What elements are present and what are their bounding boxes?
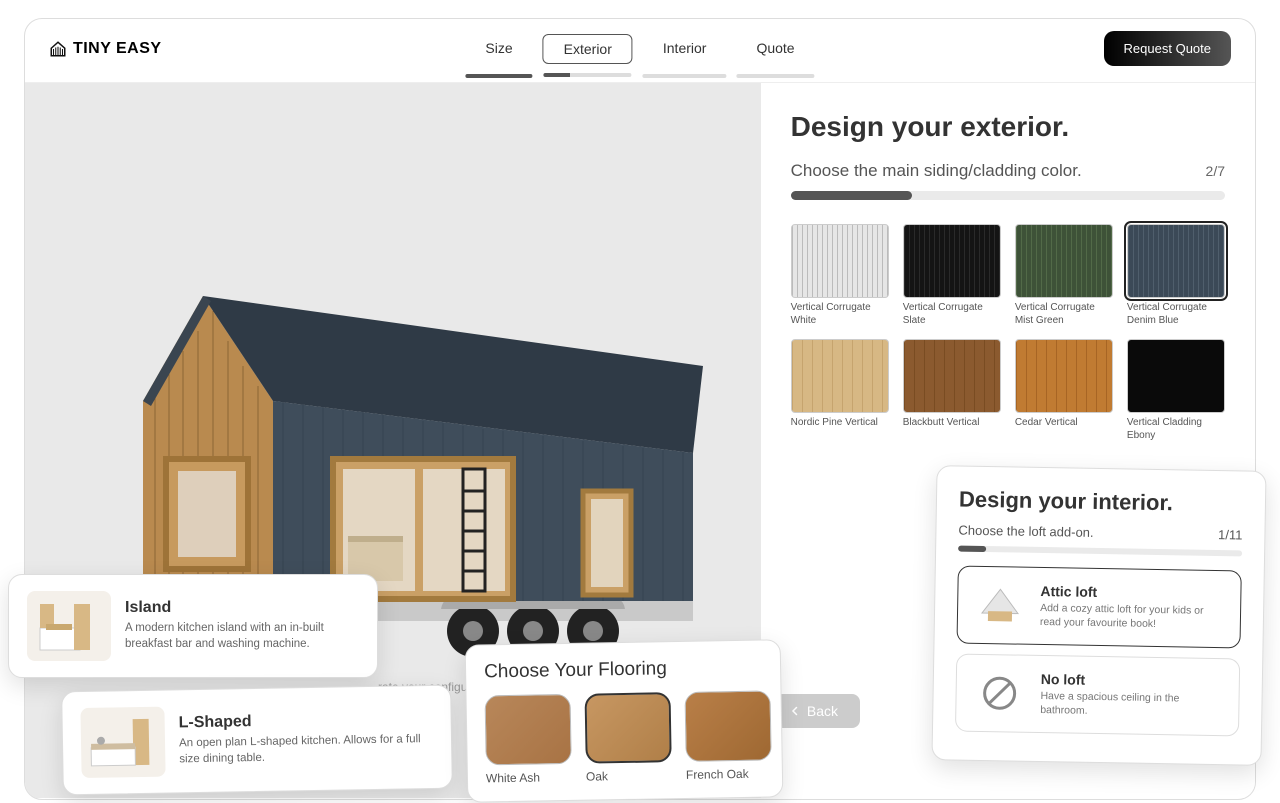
swatch-corrugate-white[interactable]: Vertical Corrugate White <box>791 224 889 327</box>
interior-subtitle: Choose the loft add-on. <box>958 523 1093 540</box>
logo-text: TINY EASY <box>73 40 162 58</box>
chevron-left-icon <box>789 705 801 717</box>
house-icon <box>49 40 67 58</box>
island-desc: A modern kitchen island with an in-built… <box>125 621 359 652</box>
lshape-title: L-Shaped <box>179 710 433 732</box>
swatch-grid: Vertical Corrugate White Vertical Corrug… <box>791 224 1225 442</box>
island-title: Island <box>125 599 359 617</box>
progress-bar <box>791 191 1225 200</box>
attic-title: Attic loft <box>1040 583 1224 602</box>
attic-thumb <box>974 581 1027 630</box>
back-button[interactable]: Back <box>775 694 860 728</box>
lshape-thumb <box>80 707 165 778</box>
panel-title: Design your exterior. <box>791 111 1225 143</box>
swatch-blackbutt[interactable]: Blackbutt Vertical <box>903 339 1001 442</box>
interior-title: Design your interior. <box>959 487 1243 518</box>
progress-fill <box>791 191 913 200</box>
floor-french-oak[interactable]: French Oak <box>685 690 773 781</box>
tab-quote[interactable]: Quote <box>736 34 814 64</box>
attic-desc: Add a cozy attic loft for your kids or r… <box>1040 602 1224 632</box>
interior-progress <box>958 546 1242 557</box>
step-counter: 2/7 <box>1206 163 1225 179</box>
lshape-desc: An open plan L-shaped kitchen. Allows fo… <box>179 732 434 767</box>
tab-size[interactable]: Size <box>465 34 532 64</box>
header: TINY EASY Size Exterior Interior Quote R… <box>25 19 1255 83</box>
noloft-thumb <box>972 669 1027 718</box>
kitchen-option-lshaped[interactable]: L-Shaped An open plan L-shaped kitchen. … <box>61 685 453 796</box>
tab-exterior[interactable]: Exterior <box>543 34 633 64</box>
loft-option-attic[interactable]: Attic loft Add a cozy attic loft for you… <box>956 566 1241 649</box>
nav-tabs: Size Exterior Interior Quote <box>465 34 814 64</box>
tab-interior[interactable]: Interior <box>643 34 727 64</box>
swatch-ebony[interactable]: Vertical Cladding Ebony <box>1127 339 1225 442</box>
interior-step: 1/11 <box>1218 527 1243 542</box>
kitchen-option-island[interactable]: Island A modern kitchen island with an i… <box>8 574 378 678</box>
swatch-corrugate-denim[interactable]: Vertical Corrugate Denim Blue <box>1127 224 1225 327</box>
swatch-nordic-pine[interactable]: Nordic Pine Vertical <box>791 339 889 442</box>
floor-oak[interactable]: Oak <box>585 692 673 783</box>
island-thumb <box>27 591 111 661</box>
no-icon <box>979 673 1020 714</box>
interior-card: Design your interior. Choose the loft ad… <box>931 465 1266 766</box>
logo: TINY EASY <box>49 40 162 58</box>
floor-white-ash[interactable]: White Ash <box>485 694 573 785</box>
flooring-card: Choose Your Flooring White Ash Oak Frenc… <box>465 639 784 802</box>
flooring-title: Choose Your Flooring <box>484 657 762 684</box>
noloft-title: No loft <box>1041 671 1223 690</box>
swatch-corrugate-green[interactable]: Vertical Corrugate Mist Green <box>1015 224 1113 327</box>
swatch-corrugate-slate[interactable]: Vertical Corrugate Slate <box>903 224 1001 327</box>
loft-option-none[interactable]: No loft Have a spacious ceiling in the b… <box>955 654 1240 737</box>
swatch-cedar[interactable]: Cedar Vertical <box>1015 339 1113 442</box>
request-quote-button[interactable]: Request Quote <box>1104 31 1231 66</box>
panel-subtitle: Choose the main siding/cladding color. <box>791 161 1082 181</box>
noloft-desc: Have a spacious ceiling in the bathroom. <box>1040 690 1223 720</box>
